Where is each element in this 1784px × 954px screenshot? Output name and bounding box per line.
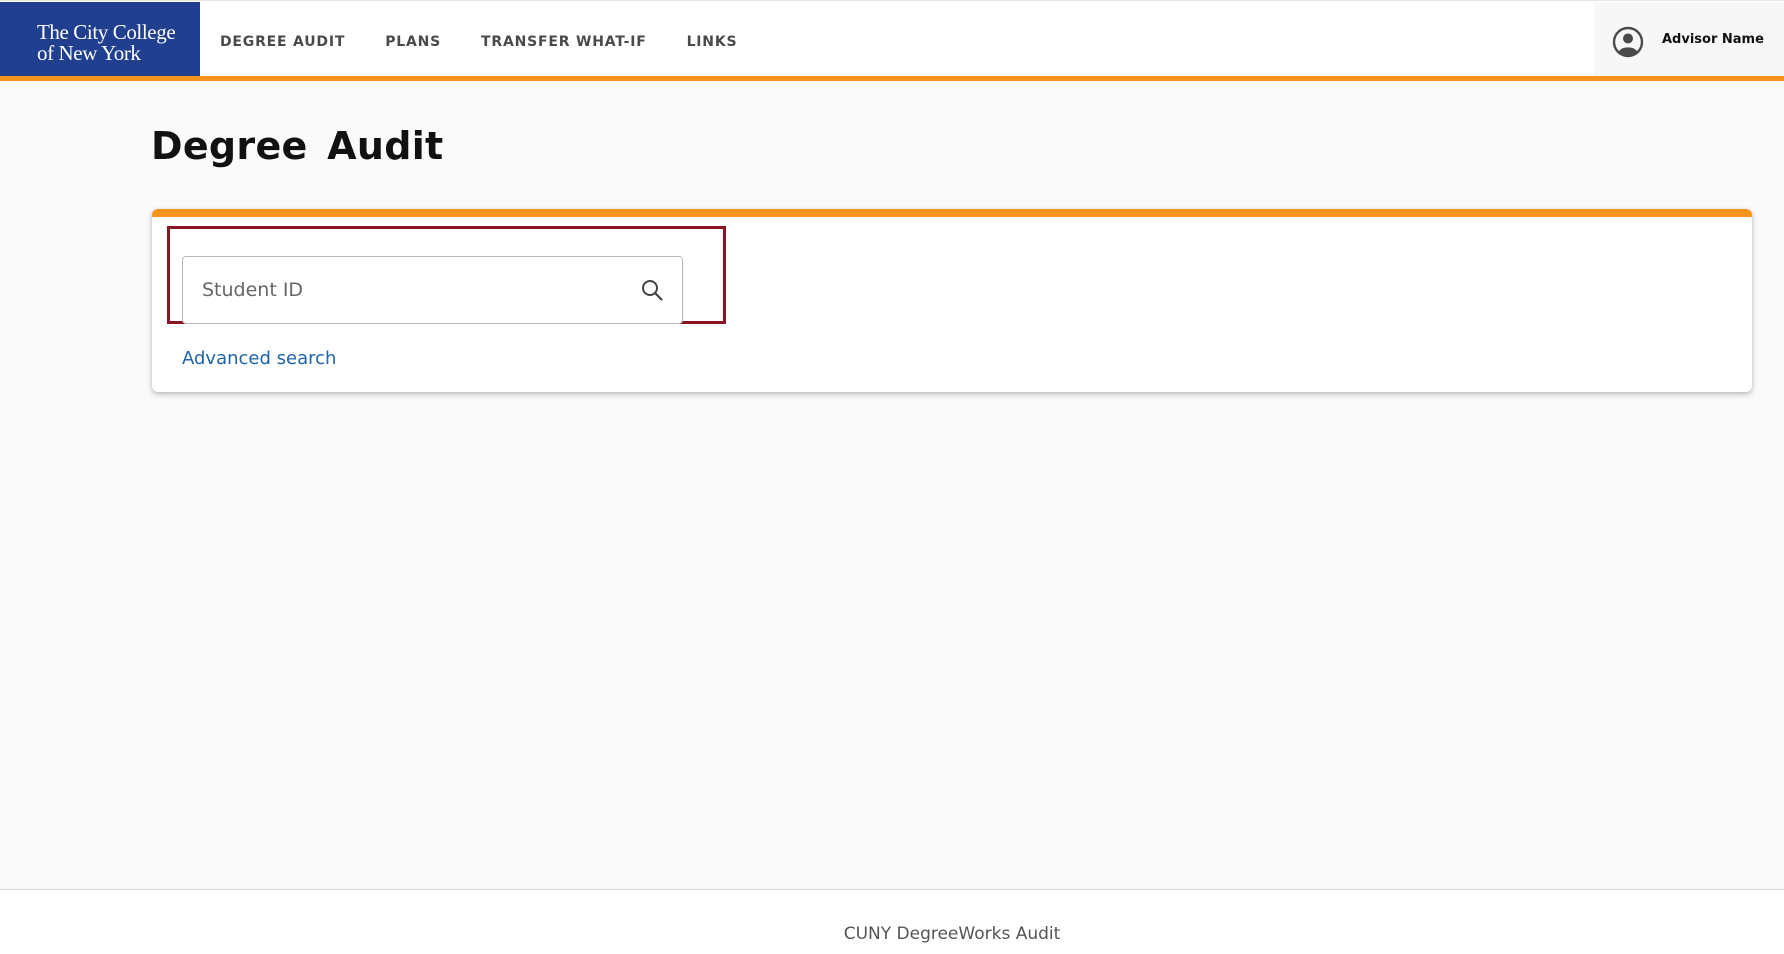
nav-links[interactable]: LINKS — [687, 28, 738, 50]
logo-line-2: of New York — [37, 41, 141, 65]
student-search-card: Advanced search — [152, 209, 1752, 392]
user-circle-icon — [1612, 26, 1644, 58]
header-accent-rule — [0, 76, 1784, 81]
user-menu[interactable]: Advisor Name — [1594, 2, 1784, 77]
logo-line-1: The City College — [37, 20, 176, 44]
student-id-search-field[interactable] — [182, 256, 683, 324]
main-nav: DEGREE AUDIT PLANS TRANSFER WHAT-IF LINK… — [200, 1, 757, 77]
page-title: Degree Audit — [151, 124, 444, 168]
advanced-search-link[interactable]: Advanced search — [182, 348, 336, 369]
advisor-name: Advisor Name — [1662, 32, 1764, 47]
nav-degree-audit[interactable]: DEGREE AUDIT — [220, 28, 345, 50]
nav-plans[interactable]: PLANS — [385, 28, 441, 50]
college-logo[interactable]: The City College of New York — [0, 2, 200, 77]
page-footer: CUNY DegreeWorks Audit — [0, 890, 1784, 954]
search-icon[interactable] — [640, 278, 664, 302]
nav-transfer-what-if[interactable]: TRANSFER WHAT-IF — [481, 28, 647, 50]
top-navigation-bar: The City College of New York DEGREE AUDI… — [0, 0, 1784, 77]
student-id-input[interactable] — [183, 257, 623, 323]
footer-text: CUNY DegreeWorks Audit — [843, 924, 1061, 944]
